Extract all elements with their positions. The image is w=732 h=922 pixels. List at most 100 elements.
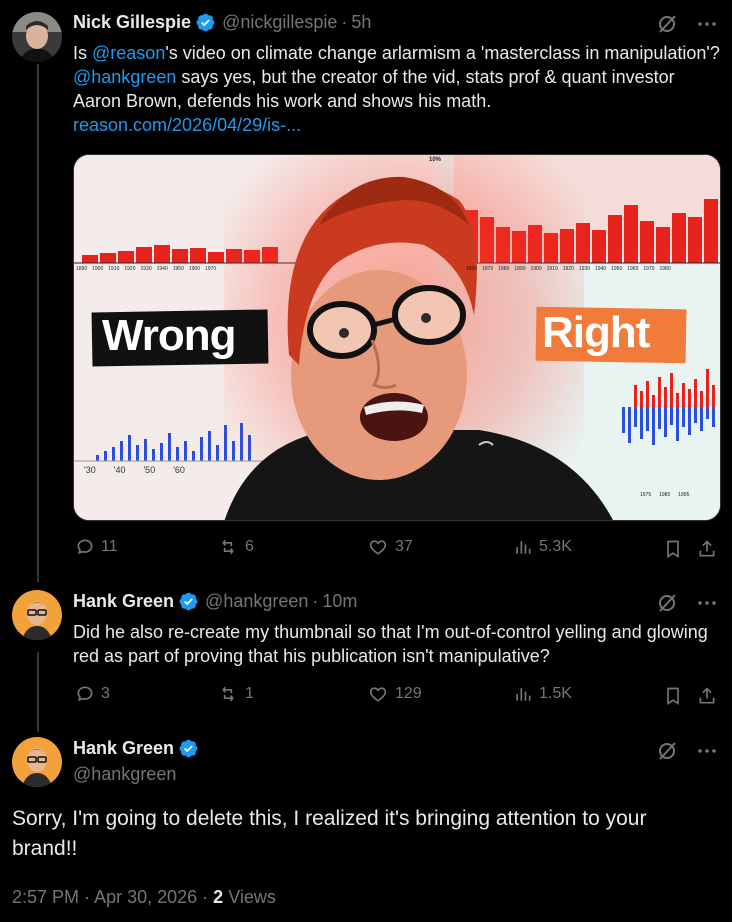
author-handle[interactable]: @hankgreen	[205, 591, 308, 612]
year-tick: 1950	[172, 266, 184, 272]
author-handle[interactable]: @hankgreen	[73, 764, 176, 785]
verified-badge-icon	[179, 592, 198, 611]
tweet1-text: Is @reason's video on climate change arl…	[73, 41, 723, 137]
mention-reason[interactable]: @reason	[92, 43, 165, 63]
author-name[interactable]: Hank Green	[73, 591, 174, 612]
thumbnail-right-bottom-ticks: 1975 1985 1995	[640, 492, 689, 498]
year-tick: 1930	[578, 266, 590, 272]
year-tick: 1900	[92, 266, 104, 272]
share-icon[interactable]	[697, 686, 717, 706]
focused-tweet-text: Sorry, I'm going to delete this, I reali…	[12, 807, 647, 860]
tweet2-top-icons	[656, 592, 718, 614]
grok-icon[interactable]	[656, 740, 678, 762]
tweet3-header: Hank Green	[73, 738, 205, 759]
post-time[interactable]: 2:57 PM	[12, 887, 79, 907]
avatar-hank-green[interactable]	[12, 590, 62, 640]
tick-label: 1995	[678, 492, 690, 498]
tweet-metadata: 2:57 PM · Apr 30, 2026 · 2 Views	[12, 887, 276, 908]
reply-icon	[77, 539, 93, 555]
bookmark-icon[interactable]	[663, 539, 683, 559]
tweet1-header: Nick Gillespie @nickgillespie · 5h	[73, 12, 371, 33]
year-tick: 1970	[205, 266, 217, 272]
avatar-nick-gillespie[interactable]	[12, 12, 62, 62]
article-link[interactable]: reason.com/2026/04/29/is-...	[73, 115, 301, 135]
year-tick: 1930	[140, 266, 152, 272]
year-tick: 1970	[643, 266, 655, 272]
like-count: 129	[395, 685, 422, 702]
share-icon[interactable]	[697, 539, 717, 559]
thread-line	[37, 64, 39, 582]
repost-button[interactable]: 1	[217, 684, 254, 704]
author-handle[interactable]: @nickgillespie	[222, 12, 337, 33]
tweet3-top-icons	[656, 740, 718, 762]
tweet-media-thumbnail[interactable]: Wrong Right 10% 1890 1900 1910 1920 1930 1940…	[73, 154, 721, 521]
year-tick: 1860	[466, 266, 478, 272]
year-tick: 1910	[546, 266, 558, 272]
grok-icon[interactable]	[656, 13, 678, 35]
reply-button[interactable]: 11	[75, 537, 118, 557]
tick-label: '60	[173, 465, 185, 475]
heart-icon	[369, 540, 387, 555]
like-button[interactable]: 37	[367, 537, 413, 557]
year-tick: 1980	[659, 266, 671, 272]
views-count: 2	[213, 887, 224, 907]
year-tick: 1890	[514, 266, 526, 272]
year-tick: 1900	[530, 266, 542, 272]
text-segment: Is	[73, 43, 93, 63]
tick-label: 1985	[659, 492, 671, 498]
tweet-time[interactable]: 10m	[322, 591, 357, 612]
views-button[interactable]: 5.3K	[513, 537, 572, 557]
mention-hankgreen[interactable]: @hankgreen	[73, 67, 176, 87]
tweet2-text: Did he also re-create my thumbnail so th…	[73, 622, 708, 666]
more-options-icon[interactable]	[696, 740, 718, 762]
tick-label: '40	[113, 465, 126, 475]
tweet2-actions: 3 1 129 1.5K	[73, 684, 721, 710]
thumbnail-left-bottom-ticks: '30 '40 '50 '60	[84, 465, 185, 475]
thumbnail-right-years: 1860 1870 1880 1890 1900 1910 1920 1930 1940 1950…	[466, 266, 671, 272]
author-name[interactable]: Hank Green	[73, 738, 174, 759]
text-segment: 's video on climate change arlarmism a '…	[165, 43, 720, 63]
avatar-hank-green[interactable]	[12, 737, 62, 787]
separator-dot: ·	[341, 12, 348, 32]
reply-button[interactable]: 3	[75, 684, 110, 704]
like-button[interactable]: 129	[367, 684, 422, 704]
tick-label: '50	[143, 465, 156, 475]
author-name[interactable]: Nick Gillespie	[73, 12, 191, 33]
repost-button[interactable]: 6	[217, 537, 254, 557]
more-options-icon[interactable]	[696, 592, 718, 614]
reply-count: 3	[101, 685, 110, 702]
year-tick: 1890	[76, 266, 88, 272]
year-tick: 1960	[627, 266, 639, 272]
tweet-time[interactable]: 5h	[351, 12, 371, 33]
year-tick: 1960	[188, 266, 200, 272]
views-button[interactable]: 1.5K	[513, 684, 572, 704]
year-tick: 1920	[124, 266, 136, 272]
analytics-icon	[516, 688, 531, 701]
tick-label: 1975	[640, 492, 652, 498]
year-tick: 1940	[595, 266, 607, 272]
reply-icon	[77, 686, 93, 702]
thread-line	[37, 652, 39, 732]
like-count: 37	[395, 538, 413, 555]
tweet1-actions: 11 6 37 5.3K	[73, 537, 721, 563]
reply-count: 11	[101, 538, 118, 555]
repost-icon	[222, 686, 234, 702]
post-date[interactable]: Apr 30, 2026	[94, 887, 197, 907]
thumbnail-pct-label: 10%	[429, 157, 442, 163]
bookmark-icon[interactable]	[663, 686, 683, 706]
year-tick: 1880	[498, 266, 510, 272]
heart-icon	[369, 687, 387, 702]
view-count: 1.5K	[539, 685, 572, 702]
tweet2-header: Hank Green @hankgreen · 10m	[73, 591, 357, 612]
year-tick: 1910	[108, 266, 120, 272]
year-tick: 1920	[562, 266, 574, 272]
analytics-icon	[516, 541, 531, 554]
verified-badge-icon	[179, 739, 198, 758]
more-options-icon[interactable]	[696, 13, 718, 35]
thumbnail-left-years: 1890 1900 1910 1920 1930 1940 1950 1960 1970	[76, 266, 216, 272]
repost-count: 1	[245, 685, 254, 702]
verified-badge-icon	[196, 13, 215, 32]
separator-dot: ·	[202, 887, 214, 907]
year-tick: 1870	[482, 266, 494, 272]
grok-icon[interactable]	[656, 592, 678, 614]
